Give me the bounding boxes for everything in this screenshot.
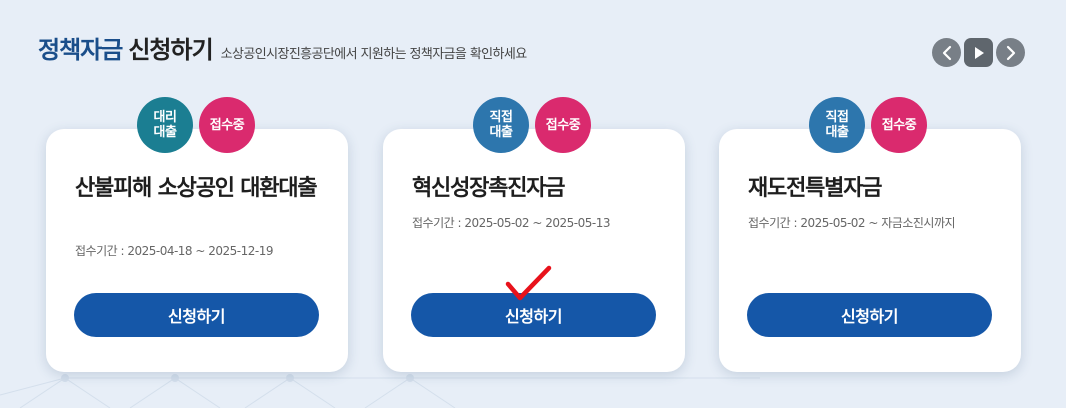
checkmark-annotation-icon	[505, 265, 552, 301]
apply-button[interactable]: 신청하기	[74, 293, 319, 337]
chevron-right-icon	[1006, 45, 1015, 60]
page-subtitle: 소상공인시장진흥공단에서 지원하는 정책자금을 확인하세요	[220, 47, 528, 62]
carousel-next-button[interactable]	[996, 38, 1025, 67]
carousel-play-button[interactable]	[964, 38, 993, 67]
policy-fund-card: 재도전특별자금 접수기간 : 2025-05-02 ~ 자금소진시까지 신청하기	[719, 129, 1021, 372]
loan-type-badge: 직접 대출	[473, 97, 529, 153]
card-title: 재도전특별자금	[748, 176, 882, 201]
loan-type-badge-line2: 대출	[153, 125, 177, 140]
page-title: 신청하기	[128, 36, 213, 64]
page-title-accent: 정책자금	[38, 36, 123, 64]
loan-type-badge-line2: 대출	[825, 125, 849, 140]
policy-fund-card: 혁신성장촉진자금 접수기간 : 2025-05-02 ~ 2025-05-13 …	[383, 129, 685, 372]
carousel-prev-button[interactable]	[932, 38, 961, 67]
card-period: 접수기간 : 2025-04-18 ~ 2025-12-19	[75, 244, 274, 258]
status-badge: 접수중	[871, 97, 927, 153]
card-title: 혁신성장촉진자금	[412, 176, 566, 201]
card-title: 산불피해 소상공인 대환대출	[75, 176, 318, 201]
policy-fund-card: 산불피해 소상공인 대환대출 접수기간 : 2025-04-18 ~ 2025-…	[46, 129, 348, 372]
status-badge: 접수중	[199, 97, 255, 153]
loan-type-badge-line2: 대출	[489, 125, 513, 140]
loan-type-badge-line1: 직접	[825, 110, 849, 125]
carousel-controls	[932, 38, 1025, 67]
chevron-left-icon	[942, 45, 951, 60]
play-icon	[974, 46, 984, 59]
status-badge: 접수중	[535, 97, 591, 153]
loan-type-badge: 대리 대출	[137, 97, 193, 153]
card-period: 접수기간 : 2025-05-02 ~ 자금소진시까지	[748, 216, 956, 230]
apply-button[interactable]: 신청하기	[747, 293, 992, 337]
card-period: 접수기간 : 2025-05-02 ~ 2025-05-13	[412, 216, 611, 230]
section-header: 정책자금 신청하기 소상공인시장진흥공단에서 지원하는 정책자금을 확인하세요	[38, 30, 527, 65]
loan-type-badge-line1: 직접	[489, 110, 513, 125]
loan-type-badge-line1: 대리	[153, 110, 177, 125]
loan-type-badge: 직접 대출	[809, 97, 865, 153]
